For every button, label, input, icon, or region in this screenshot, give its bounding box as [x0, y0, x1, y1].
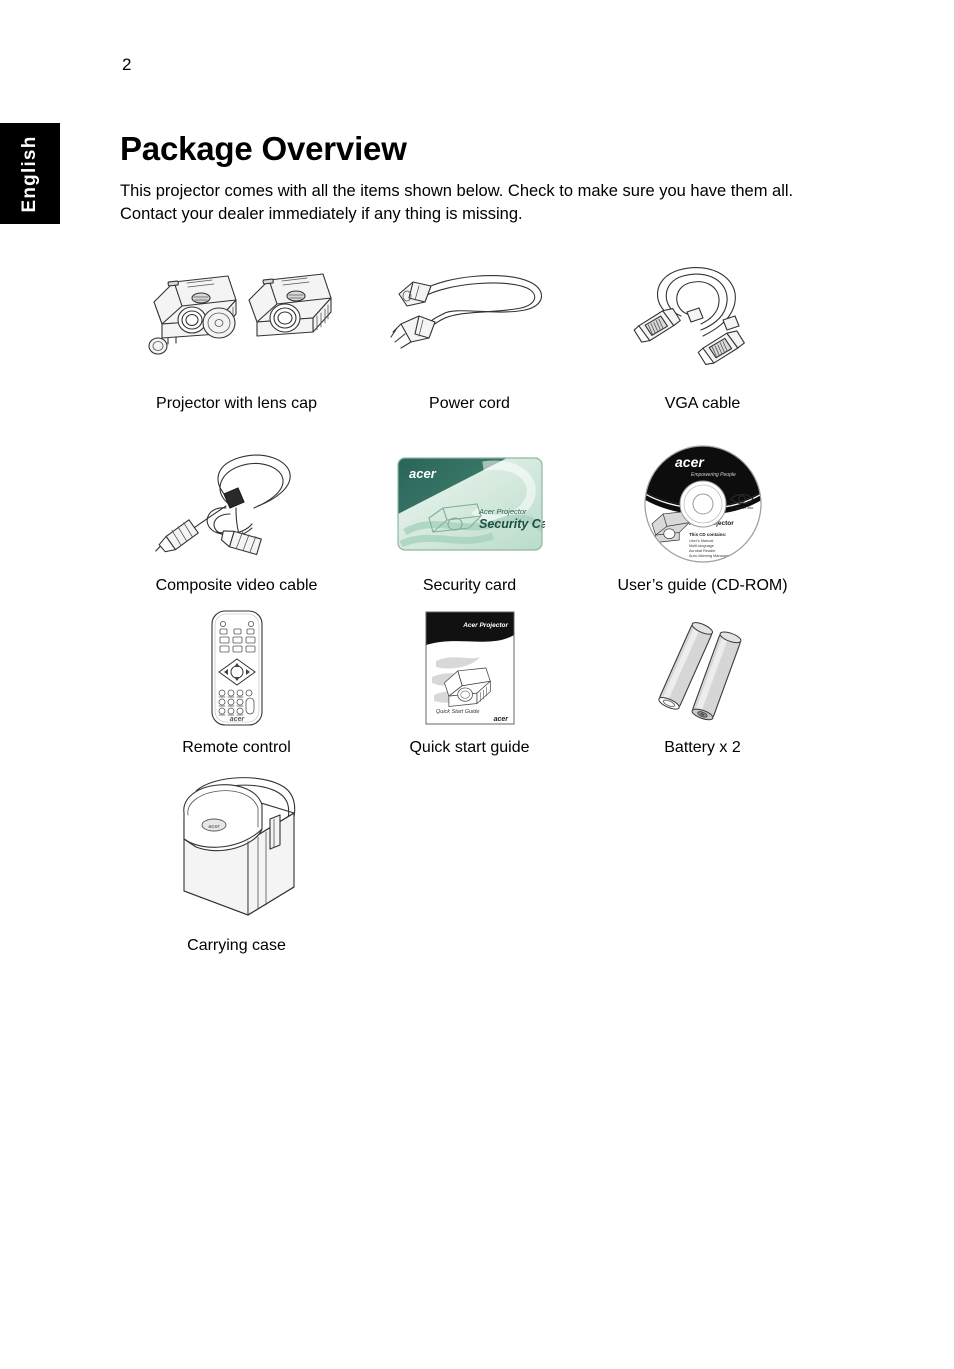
security-card-icon: acer Acer Projector Security Card [396, 457, 545, 551]
cd-contents-item: Multi-language [689, 544, 714, 548]
qsg-header-text: Acer Projector [462, 622, 508, 629]
item-vga-cable: VGA cable [586, 243, 819, 413]
cd-rom-icon: Acer Projector This CD contains: User’s … [643, 445, 762, 563]
cdrom-illustration: Acer Projector This CD contains: User’s … [639, 440, 767, 568]
item-row: acer Remote control Acer Projector Quick… [120, 607, 820, 757]
battery-illustration [648, 607, 758, 729]
item-caption: Quick start guide [409, 739, 530, 756]
language-tab-label: English [19, 134, 40, 213]
item-quick-start-guide: Acer Projector Quick Start Guide acer Qu… [353, 607, 586, 757]
page-number: 2 [122, 55, 132, 74]
remote-brand-text: acer [229, 716, 245, 723]
composite-video-cable-icon [154, 454, 291, 556]
quick-start-guide-illustration: Acer Projector Quick Start Guide acer [420, 607, 520, 729]
intro-paragraph: This projector comes with all the items … [120, 181, 794, 223]
quick-start-guide-icon: Acer Projector Quick Start Guide acer [425, 611, 514, 725]
projector-illustration [132, 243, 342, 383]
cd-contents-heading: This CD contains: [689, 532, 727, 537]
item-caption: Composite video cable [155, 577, 318, 594]
item-carrying-case: acer Carrying case [120, 769, 353, 955]
item-caption: Carrying case [187, 937, 286, 954]
qsg-brand-text: acer [493, 716, 509, 723]
item-caption: Power cord [429, 395, 510, 412]
item-caption: Security card [422, 577, 517, 594]
grid-spacer [353, 769, 586, 955]
projector-icon [147, 273, 332, 355]
item-row: Projector with lens cap Power cord VGA c… [120, 243, 820, 413]
security-card-line2: Security Card [479, 517, 545, 531]
item-power-cord: Power cord [353, 243, 586, 413]
remote-control-icon: acer [210, 610, 263, 726]
item-caption: Projector with lens cap [156, 395, 317, 412]
item-caption: VGA cable [664, 395, 741, 412]
item-row: acer Carrying case [120, 769, 820, 955]
language-tab: English [0, 123, 60, 224]
item-remote-control: acer Remote control [120, 607, 353, 757]
carrying-case-illustration: acer [162, 769, 312, 929]
grid-spacer [586, 769, 819, 955]
svg-text:COMPACT disc: COMPACT disc [731, 506, 754, 510]
security-card-brand-text: acer [409, 466, 437, 481]
remote-control-illustration: acer [202, 607, 272, 729]
power-cord-icon [389, 275, 542, 349]
item-composite-video-cable: Composite video cable [120, 440, 353, 595]
item-projector-with-lens-cap: Projector with lens cap [120, 243, 353, 413]
vga-cable-illustration [623, 243, 783, 383]
cd-contents-item: User’s Manual [689, 539, 713, 543]
item-caption: Battery x 2 [664, 739, 741, 756]
power-cord-illustration [385, 243, 555, 383]
item-users-guide-cdrom: Acer Projector This CD contains: User’s … [586, 440, 819, 595]
carrying-case-icon: acer [182, 777, 295, 916]
cd-tagline-text: Empowering People [691, 472, 736, 478]
battery-icon [657, 622, 741, 721]
page-title: Package Overview [120, 130, 407, 168]
vga-cable-icon [633, 266, 745, 365]
item-security-card: acer Acer Projector Security Card Securi… [353, 440, 586, 595]
item-caption: Remote control [182, 739, 291, 756]
cd-brand-text: acer [675, 454, 705, 470]
security-card-illustration: acer Acer Projector Security Card [395, 440, 545, 568]
item-row: Composite video cable acer Acer Projecto… [120, 440, 820, 595]
package-items-grid: Projector with lens cap Power cord VGA c… [120, 243, 820, 955]
item-caption: User’s guide (CD-ROM) [617, 577, 788, 594]
cd-contents-item: Acrobat Reader [689, 549, 716, 553]
item-battery: Battery x 2 [586, 607, 819, 757]
security-card-line1: Acer Projector [478, 507, 527, 516]
qsg-footer-text: Quick Start Guide [436, 709, 479, 715]
case-brand-text: acer [208, 824, 220, 830]
composite-video-cable-illustration [152, 440, 322, 568]
